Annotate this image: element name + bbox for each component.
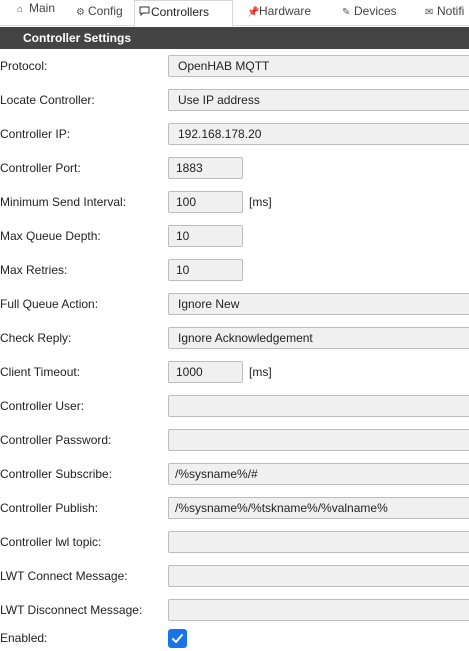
check-reply-label: Check Reply: [0, 331, 72, 345]
row-controller-publish: Controller Publish: /%sysname%/%tskname%… [0, 497, 469, 519]
locate-controller-label: Locate Controller: [0, 93, 95, 107]
controller-password-input[interactable] [168, 429, 469, 451]
row-enabled: Enabled: [0, 629, 469, 651]
controller-subscribe-label: Controller Subscribe: [0, 467, 113, 481]
row-max-queue-depth: Max Queue Depth: 10 [0, 225, 469, 247]
tab-controllers-label: Controllers [151, 5, 210, 19]
plug-icon: ✎ [342, 7, 351, 18]
controller-port-input[interactable]: 1883 [168, 157, 243, 179]
row-lwt-connect: LWT Connect Message: [0, 565, 469, 587]
section-header: Controller Settings [0, 27, 469, 49]
full-queue-action-label: Full Queue Action: [0, 297, 99, 311]
row-controller-subscribe: Controller Subscribe: /%sysname%/# [0, 463, 469, 485]
tab-main[interactable]: ⌂ Main [13, 0, 55, 22]
enabled-checkbox[interactable] [168, 629, 187, 648]
controller-lwl-topic-label: Controller lwl topic: [0, 535, 102, 549]
controller-port-label: Controller Port: [0, 161, 81, 175]
tab-hardware[interactable]: 📌Hardware [243, 0, 311, 25]
home-icon: ⌂ [17, 4, 24, 15]
max-queue-depth-input[interactable]: 10 [168, 225, 243, 247]
min-send-interval-input[interactable]: 100 [168, 191, 243, 213]
row-controller-user: Controller User: [0, 395, 469, 417]
tab-notifications[interactable]: ✉ Notifi [421, 0, 464, 25]
min-send-interval-label: Minimum Send Interval: [0, 195, 127, 209]
pin-icon: 📌 [247, 7, 260, 18]
max-retries-label: Max Retries: [0, 263, 68, 277]
row-locate-controller: Locate Controller: Use IP address [0, 89, 469, 111]
row-check-reply: Check Reply: Ignore Acknowledgement [0, 327, 469, 349]
max-retries-input[interactable]: 10 [168, 259, 243, 281]
lwt-disconnect-input[interactable] [168, 599, 469, 621]
controller-password-label: Controller Password: [0, 433, 112, 447]
row-min-send-interval: Minimum Send Interval: 100 [ms] [0, 191, 469, 213]
controller-user-label: Controller User: [0, 399, 85, 413]
full-queue-action-select[interactable]: Ignore New [168, 293, 469, 315]
row-full-queue-action: Full Queue Action: Ignore New [0, 293, 469, 315]
mail-icon: ✉ [425, 7, 434, 18]
tab-controllers[interactable]: Controllers [134, 0, 233, 27]
protocol-select[interactable]: OpenHAB MQTT [168, 55, 469, 77]
tab-main-label: Main [29, 1, 56, 15]
min-send-interval-unit: [ms] [249, 195, 272, 209]
gear-icon: ⚙ [76, 7, 85, 18]
max-queue-depth-label: Max Queue Depth: [0, 229, 101, 243]
lwt-connect-label: LWT Connect Message: [0, 569, 128, 583]
row-controller-lwl-topic: Controller lwl topic: [0, 531, 469, 553]
row-protocol: Protocol: OpenHAB MQTT [0, 55, 469, 77]
controller-subscribe-input[interactable]: /%sysname%/# [168, 463, 469, 485]
row-client-timeout: Client Timeout: 1000 [ms] [0, 361, 469, 383]
controller-ip-input[interactable]: 192.168.178.20 [168, 123, 469, 145]
row-lwt-disconnect: LWT Disconnect Message: [0, 599, 469, 621]
client-timeout-unit: [ms] [249, 365, 272, 379]
row-controller-port: Controller Port: 1883 [0, 157, 469, 179]
tab-bar: ⌂ Main ⚙ Config Controllers 📌Hardware ✎ Dev… [0, 0, 469, 27]
check-reply-select[interactable]: Ignore Acknowledgement [168, 327, 469, 349]
locate-controller-select[interactable]: Use IP address [168, 89, 469, 111]
client-timeout-input[interactable]: 1000 [168, 361, 243, 383]
controller-ip-label: Controller IP: [0, 127, 71, 141]
tab-notifications-label: Notifi [437, 4, 465, 18]
controller-publish-input[interactable]: /%sysname%/%tskname%/%valname% [168, 497, 469, 519]
tab-hardware-label: Hardware [259, 4, 312, 18]
row-controller-ip: Controller IP: 192.168.178.20 [0, 123, 469, 145]
lwt-connect-input[interactable] [168, 565, 469, 587]
protocol-label: Protocol: [0, 59, 48, 73]
row-controller-password: Controller Password: [0, 429, 469, 451]
checkmark-icon [172, 634, 183, 643]
lwt-disconnect-label: LWT Disconnect Message: [0, 603, 143, 617]
tab-config-label: Config [88, 4, 123, 18]
enabled-label: Enabled: [0, 631, 48, 645]
row-max-retries: Max Retries: 10 [0, 259, 469, 281]
tab-devices[interactable]: ✎ Devices [338, 0, 397, 25]
controller-lwl-topic-input[interactable] [168, 531, 469, 553]
tab-devices-label: Devices [354, 4, 397, 18]
client-timeout-label: Client Timeout: [0, 365, 81, 379]
tab-config[interactable]: ⚙ Config [72, 0, 123, 25]
controller-publish-label: Controller Publish: [0, 501, 99, 515]
chat-icon [139, 3, 151, 25]
controller-user-input[interactable] [168, 395, 469, 417]
